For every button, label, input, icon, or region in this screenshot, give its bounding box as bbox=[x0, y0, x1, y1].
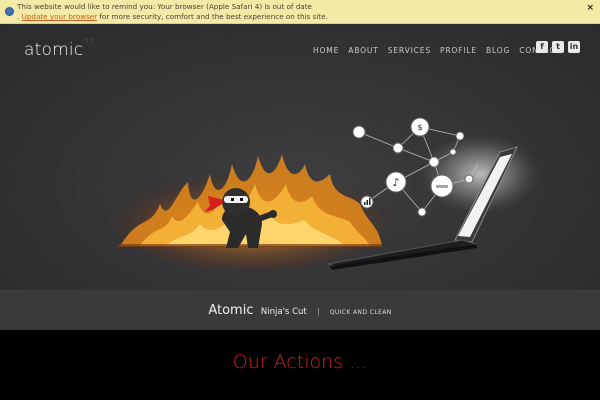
tagline: Atomic Ninja's Cut | QUICK AND CLEAN bbox=[0, 301, 600, 319]
browser-info-icon bbox=[5, 7, 14, 16]
people-icon bbox=[352, 125, 366, 139]
cloud-icon bbox=[464, 174, 474, 184]
nav-about[interactable]: ABOUT bbox=[348, 46, 378, 55]
site-logo[interactable]: atomic77 bbox=[24, 38, 94, 60]
lightbulb-icon bbox=[428, 156, 440, 168]
hero-illustration: ♪ www $ bbox=[110, 117, 540, 270]
facebook-icon[interactable]: f bbox=[536, 41, 548, 53]
nav-profile[interactable]: PROFILE bbox=[440, 46, 477, 55]
notice-message: This website would like to remind you: Y… bbox=[17, 2, 312, 11]
actions-section: Our Actions ... bbox=[0, 330, 600, 400]
refresh-icon bbox=[417, 207, 427, 217]
tagline-subtitle: Ninja's Cut bbox=[260, 307, 307, 317]
hero-section: ♪ www $ atomic77 HOME ABOUT SERVICES PRO… bbox=[0, 24, 600, 290]
update-browser-link[interactable]: Update your browser bbox=[22, 12, 98, 21]
notice-message-2: . Update your browser for more security,… bbox=[17, 12, 328, 21]
browser-update-notice: This website would like to remind you: Y… bbox=[0, 0, 600, 24]
tagline-band: Atomic Ninja's Cut | QUICK AND CLEAN bbox=[0, 290, 600, 330]
tagline-small: QUICK AND CLEAN bbox=[329, 309, 392, 316]
social-links: f t in bbox=[536, 41, 580, 53]
nav-blog[interactable]: BLOG bbox=[486, 46, 510, 55]
www-label: www bbox=[436, 184, 448, 190]
logo-superscript: 77 bbox=[84, 38, 94, 47]
twitter-icon[interactable]: t bbox=[552, 41, 564, 53]
nav-home[interactable]: HOME bbox=[313, 46, 339, 55]
tagline-separator: | bbox=[317, 307, 320, 316]
main-nav: HOME ABOUT SERVICES PROFILE BLOG CONTACT bbox=[313, 46, 561, 55]
nav-services[interactable]: SERVICES bbox=[388, 46, 431, 55]
actions-heading: Our Actions ... bbox=[232, 351, 368, 373]
tagline-brand: Atomic bbox=[208, 303, 254, 318]
hub-icon bbox=[392, 142, 404, 154]
notice-rest: for more security, comfort and the best … bbox=[97, 12, 328, 21]
svg-text:♪: ♪ bbox=[392, 176, 399, 189]
linkedin-icon[interactable]: in bbox=[568, 41, 580, 53]
logo-text: atomic bbox=[24, 40, 84, 60]
svg-text:$: $ bbox=[417, 123, 422, 132]
close-icon[interactable]: × bbox=[586, 3, 594, 13]
share-icon bbox=[455, 131, 465, 141]
